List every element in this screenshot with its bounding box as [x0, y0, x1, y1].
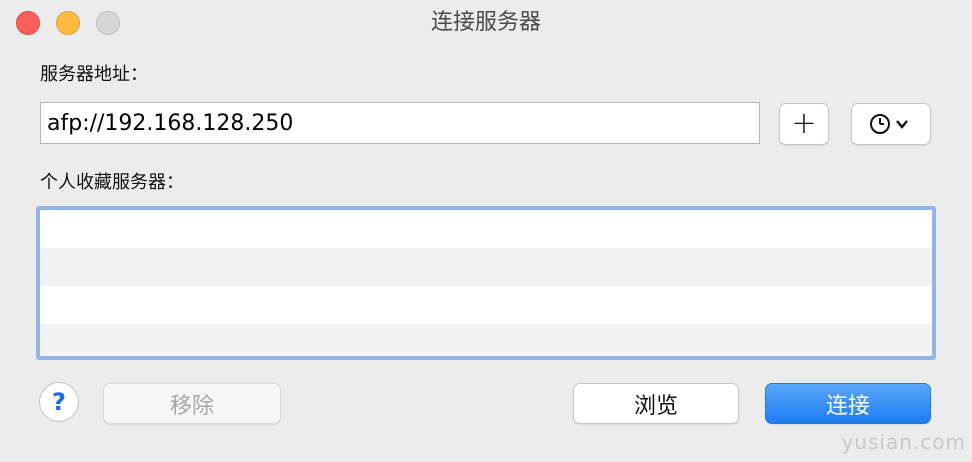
list-item[interactable]: [40, 248, 932, 286]
help-icon: ?: [52, 388, 66, 416]
server-address-label: 服务器地址：: [40, 64, 148, 85]
chevron-down-icon: [896, 120, 908, 129]
connect-button[interactable]: 连接: [765, 383, 931, 424]
list-item[interactable]: [40, 210, 932, 248]
title-bar: 连接服务器: [0, 0, 972, 44]
favorites-list[interactable]: [36, 206, 936, 360]
help-button[interactable]: ?: [39, 382, 79, 422]
list-item[interactable]: [40, 324, 932, 356]
browse-button[interactable]: 浏览: [573, 383, 739, 424]
window-title: 连接服务器: [430, 10, 541, 35]
list-item[interactable]: [40, 286, 932, 324]
remove-button[interactable]: 移除: [103, 383, 281, 424]
clock-icon: [870, 114, 908, 134]
watermark: yusian.com: [841, 430, 966, 454]
recent-servers-button[interactable]: [851, 103, 931, 145]
plus-icon: +: [791, 106, 817, 141]
favorites-label: 个人收藏服务器：: [40, 172, 184, 193]
add-favorite-button[interactable]: +: [779, 103, 829, 145]
server-address-input[interactable]: [40, 102, 760, 144]
